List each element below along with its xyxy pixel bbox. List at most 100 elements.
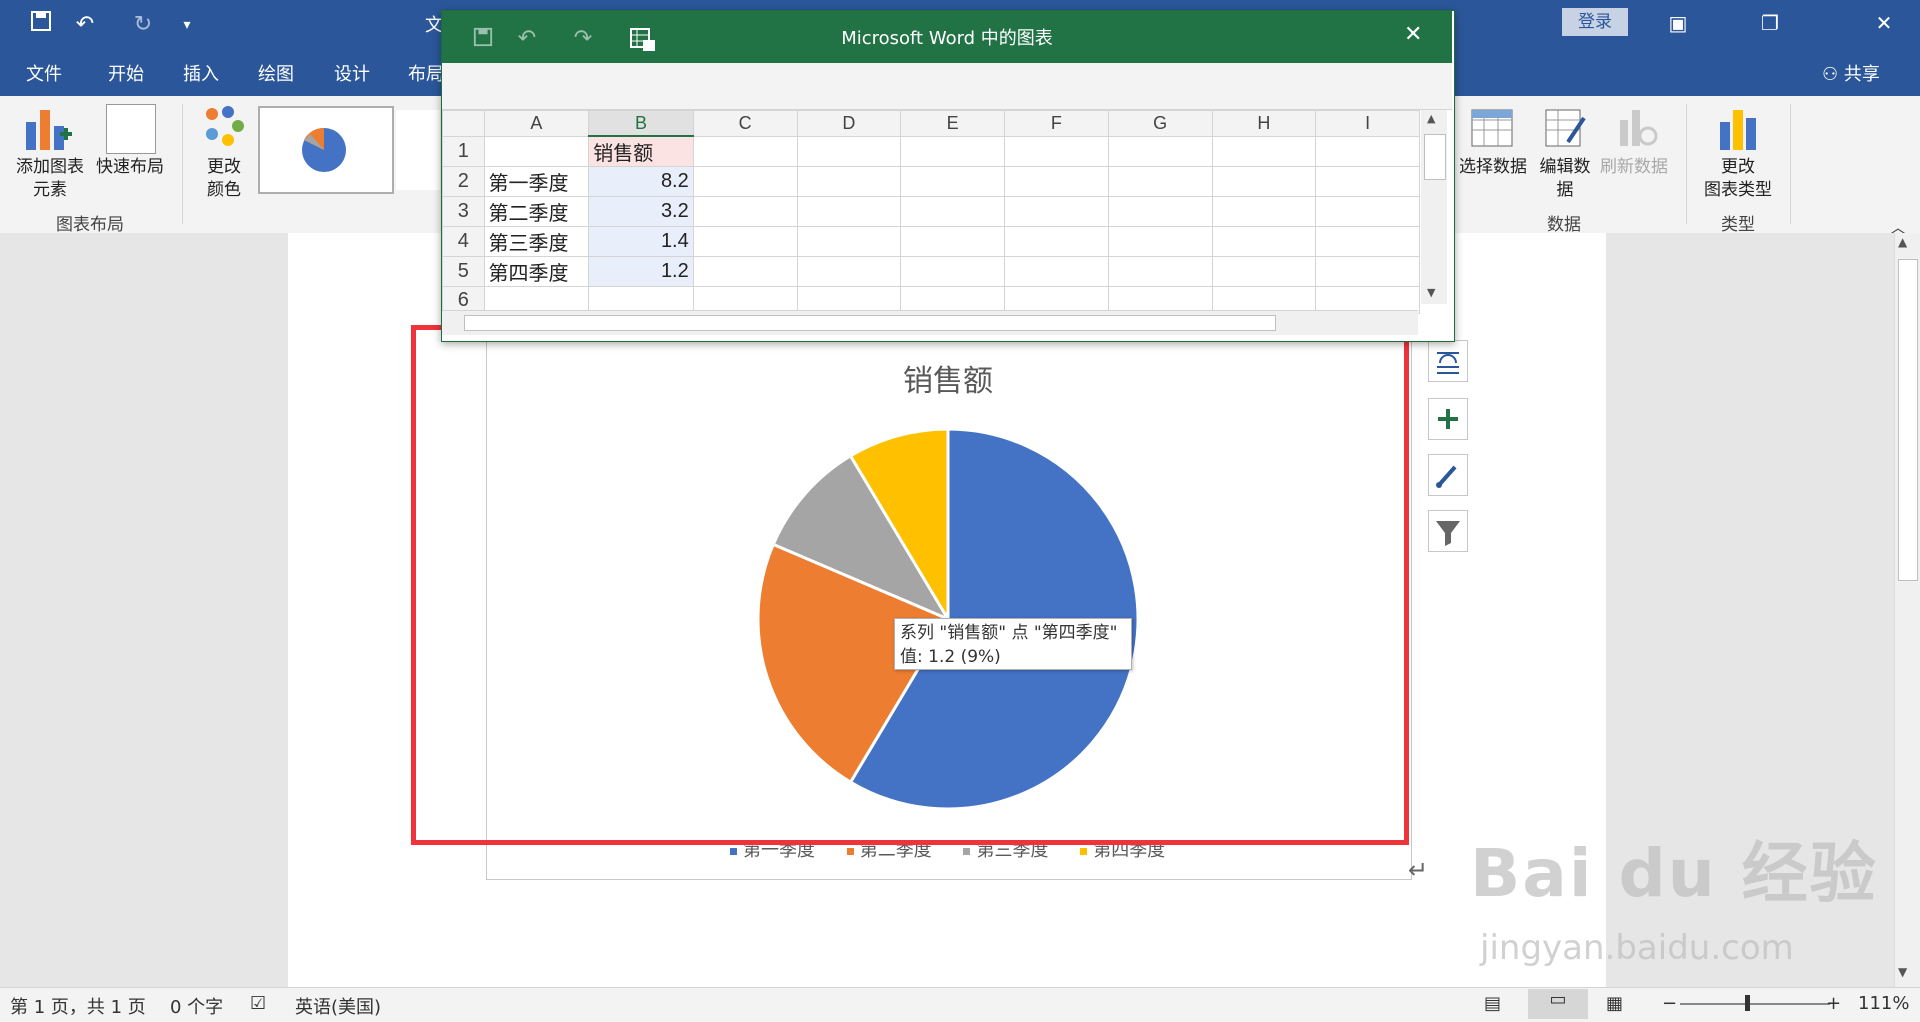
cell[interactable] bbox=[692, 135, 798, 167]
tab-layout[interactable]: 布局 bbox=[408, 60, 444, 86]
zoom-in-icon[interactable]: + bbox=[1826, 993, 1841, 1014]
select-data-button[interactable]: 选择数据 bbox=[1456, 156, 1530, 179]
undo-icon[interactable]: ↶ bbox=[70, 10, 100, 40]
cell[interactable]: 1.2 bbox=[588, 256, 694, 287]
cell[interactable] bbox=[1315, 226, 1420, 257]
cell[interactable] bbox=[692, 196, 798, 227]
tab-draw[interactable]: 绘图 bbox=[258, 60, 294, 86]
select-all-corner[interactable] bbox=[442, 110, 485, 137]
cell[interactable] bbox=[692, 256, 798, 287]
vertical-scrollbar[interactable]: ▲ ▼ bbox=[1894, 233, 1920, 987]
print-layout-icon[interactable]: ▭ bbox=[1528, 989, 1588, 1019]
cell[interactable] bbox=[900, 135, 1006, 167]
quick-layout-button[interactable]: 快速布局 bbox=[92, 156, 168, 179]
cell[interactable] bbox=[1211, 226, 1317, 257]
cell[interactable] bbox=[1107, 135, 1213, 167]
cell[interactable] bbox=[796, 196, 902, 227]
cell[interactable] bbox=[1107, 256, 1213, 287]
cell[interactable] bbox=[796, 226, 902, 257]
scroll-up-icon[interactable]: ▲ bbox=[1898, 235, 1907, 249]
cell[interactable] bbox=[1315, 166, 1420, 197]
cell[interactable] bbox=[900, 166, 1006, 197]
zoom-slider-thumb[interactable] bbox=[1745, 995, 1750, 1011]
excel-hscroll-thumb[interactable] bbox=[464, 315, 1276, 331]
read-mode-icon[interactable]: ▤ bbox=[1484, 993, 1501, 1014]
customize-qat-icon[interactable]: ▾ bbox=[172, 10, 202, 40]
cell[interactable]: 第二季度 bbox=[483, 196, 590, 227]
column-header[interactable]: D bbox=[796, 110, 902, 137]
scroll-down-icon[interactable]: ▼ bbox=[1898, 965, 1907, 979]
cell[interactable] bbox=[1004, 166, 1109, 197]
tab-file[interactable]: 文件 bbox=[26, 60, 62, 86]
tab-design[interactable]: 设计 bbox=[334, 60, 370, 86]
cell[interactable] bbox=[1211, 256, 1317, 287]
cell[interactable] bbox=[1004, 196, 1109, 227]
share-button[interactable]: ⚇ 共享 bbox=[1822, 60, 1880, 86]
web-layout-icon[interactable]: ▦ bbox=[1606, 993, 1623, 1014]
cell[interactable] bbox=[1315, 135, 1420, 167]
layout-options-button[interactable] bbox=[1428, 340, 1468, 382]
page-count[interactable]: 第 1 页，共 1 页 bbox=[10, 993, 146, 1019]
redo-icon[interactable]: ↻ bbox=[128, 10, 158, 40]
cell[interactable] bbox=[900, 256, 1006, 287]
zoom-level[interactable]: 111% bbox=[1858, 993, 1909, 1014]
login-button[interactable]: 登录 bbox=[1562, 8, 1628, 36]
column-header[interactable]: F bbox=[1004, 110, 1109, 137]
cell[interactable] bbox=[1004, 256, 1109, 287]
column-header[interactable]: A bbox=[483, 110, 590, 137]
row-header[interactable]: 5 bbox=[442, 256, 485, 287]
chart-elements-button[interactable] bbox=[1428, 398, 1468, 440]
refresh-data-button[interactable]: 刷新数据 bbox=[1596, 156, 1672, 179]
row-header[interactable]: 2 bbox=[442, 166, 485, 197]
row-header[interactable]: 3 bbox=[442, 196, 485, 227]
excel-horizontal-scrollbar[interactable] bbox=[442, 310, 1418, 335]
ribbon-display-options-icon[interactable]: ▣ bbox=[1658, 8, 1698, 38]
spreadsheet-grid[interactable]: A B C D E F G H I 1 销售额 2 第一季度 8.2 3 第二季… bbox=[442, 110, 1420, 314]
cell[interactable] bbox=[1107, 166, 1213, 197]
scroll-thumb[interactable] bbox=[1898, 259, 1918, 581]
cell[interactable]: 8.2 bbox=[588, 166, 694, 197]
column-header[interactable]: H bbox=[1211, 110, 1317, 137]
excel-scroll-down-icon[interactable]: ▼ bbox=[1427, 286, 1435, 299]
cell[interactable]: 1.4 bbox=[588, 226, 694, 257]
cell[interactable] bbox=[796, 166, 902, 197]
cell[interactable]: 3.2 bbox=[588, 196, 694, 227]
edit-data-button[interactable]: 编辑数 据 bbox=[1530, 156, 1600, 202]
chart-style-2[interactable] bbox=[396, 110, 440, 190]
column-header[interactable]: B bbox=[588, 110, 694, 137]
cell[interactable] bbox=[1004, 135, 1109, 167]
cell[interactable] bbox=[1315, 256, 1420, 287]
zoom-slider[interactable] bbox=[1680, 1003, 1830, 1005]
row-header[interactable]: 4 bbox=[442, 226, 485, 257]
chart-style-1[interactable] bbox=[258, 106, 394, 194]
cell[interactable]: 第四季度 bbox=[483, 256, 590, 287]
cell[interactable]: 第三季度 bbox=[483, 226, 590, 257]
cell[interactable] bbox=[1211, 196, 1317, 227]
cell[interactable] bbox=[1211, 135, 1317, 167]
cell[interactable] bbox=[1315, 196, 1420, 227]
cell[interactable]: 第一季度 bbox=[483, 166, 590, 197]
excel-scroll-thumb[interactable] bbox=[1424, 134, 1446, 180]
add-chart-element-button[interactable]: 添加图表 元素 bbox=[12, 156, 88, 202]
chart-filters-button[interactable] bbox=[1428, 510, 1468, 552]
change-colors-button[interactable]: 更改 颜色 bbox=[186, 156, 262, 202]
cell[interactable] bbox=[900, 226, 1006, 257]
cell[interactable] bbox=[900, 196, 1006, 227]
cell[interactable] bbox=[483, 135, 590, 167]
tab-insert[interactable]: 插入 bbox=[183, 60, 219, 86]
cell[interactable] bbox=[1004, 226, 1109, 257]
close-icon[interactable]: ✕ bbox=[1864, 8, 1904, 38]
restore-icon[interactable]: ❐ bbox=[1750, 8, 1790, 38]
row-header[interactable]: 1 bbox=[442, 135, 485, 167]
column-header[interactable]: G bbox=[1107, 110, 1213, 137]
column-header[interactable]: E bbox=[900, 110, 1006, 137]
excel-close-icon[interactable]: ✕ bbox=[1404, 22, 1422, 47]
column-header[interactable]: C bbox=[692, 110, 798, 137]
cell[interactable] bbox=[692, 226, 798, 257]
cell[interactable] bbox=[1107, 226, 1213, 257]
chart-styles-button[interactable] bbox=[1428, 454, 1468, 496]
column-header[interactable]: I bbox=[1315, 110, 1420, 137]
zoom-out-icon[interactable]: − bbox=[1662, 993, 1677, 1014]
tab-home[interactable]: 开始 bbox=[108, 60, 144, 86]
excel-scroll-up-icon[interactable]: ▲ bbox=[1427, 112, 1435, 125]
